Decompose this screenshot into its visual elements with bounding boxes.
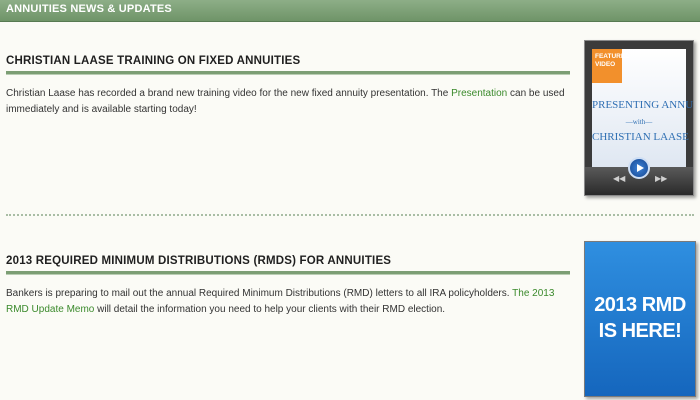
video-title-line2: CHRISTIAN LAASE	[592, 131, 689, 143]
video-screen: FEATURED VIDEO PRESENTING ANNUITIES —wit…	[592, 49, 694, 167]
article-text: Bankers is preparing to mail out the ann…	[6, 288, 513, 299]
video-title-line1: PRESENTING ANNUITIES	[592, 99, 694, 111]
play-button[interactable]	[628, 157, 650, 179]
news-article-training: CHRISTIAN LAASE TRAINING ON FIXED ANNUIT…	[6, 55, 570, 118]
article-body: Bankers is preparing to mail out the ann…	[6, 286, 570, 318]
section-header: ANNUITIES NEWS & UPDATES	[0, 0, 700, 22]
featured-label: FEATURED	[595, 53, 630, 60]
article-text: Christian Laase has recorded a brand new…	[6, 88, 452, 99]
promo-line2: IS HERE!	[598, 320, 682, 342]
play-icon	[637, 164, 644, 172]
featured-video-tag: FEATURED VIDEO	[592, 49, 630, 83]
video-title-with: —with—	[625, 118, 653, 126]
section-title: ANNUITIES NEWS & UPDATES	[6, 3, 172, 15]
title-rule	[6, 271, 570, 275]
promo-line1: 2013 RMD	[594, 294, 686, 316]
featured-video-thumbnail[interactable]: FEATURED VIDEO PRESENTING ANNUITIES —wit…	[584, 40, 694, 196]
fast-forward-icon[interactable]: ▶▶	[655, 174, 667, 183]
title-rule	[6, 71, 570, 75]
article-body: Christian Laase has recorded a brand new…	[6, 86, 570, 118]
rewind-icon[interactable]: ◀◀	[613, 174, 625, 183]
article-divider	[6, 214, 694, 216]
rmd-promo-banner[interactable]: 2013 RMD IS HERE!	[584, 241, 696, 397]
presentation-link[interactable]: Presentation	[451, 88, 507, 99]
article-title[interactable]: 2013 REQUIRED MINIMUM DISTRIBUTIONS (RMD…	[6, 255, 570, 267]
article-title[interactable]: CHRISTIAN LAASE TRAINING ON FIXED ANNUIT…	[6, 55, 570, 67]
article-text: will detail the information you need to …	[94, 304, 446, 315]
video-label: VIDEO	[595, 61, 616, 68]
news-article-rmd: 2013 REQUIRED MINIMUM DISTRIBUTIONS (RMD…	[6, 255, 570, 318]
